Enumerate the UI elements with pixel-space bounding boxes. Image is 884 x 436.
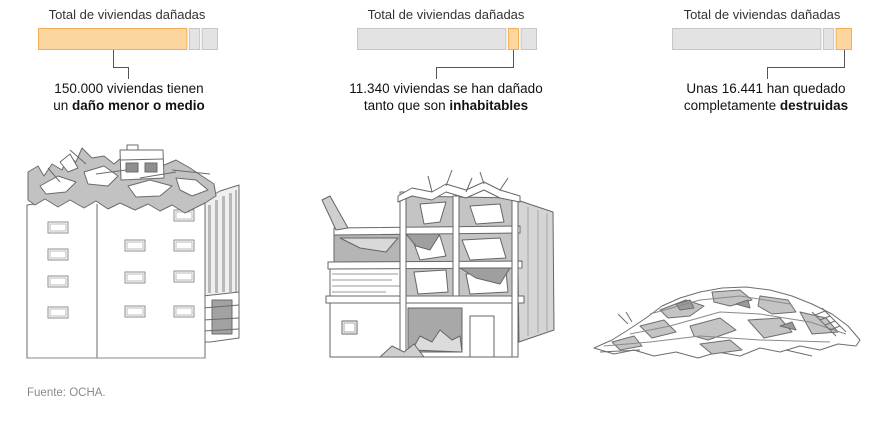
bar-segment: [188, 28, 201, 50]
exposed-rebar: [47, 149, 211, 183]
annotation-prefix: tanto que son: [363, 98, 450, 113]
ladder: [811, 307, 847, 337]
ground-floor-window: [341, 320, 358, 335]
annotation-line-2: un daño menor o medio: [53, 97, 205, 114]
rooftop-stairwell: [119, 144, 165, 181]
debris-patches: [611, 289, 839, 355]
bar-segment-highlighted: [835, 28, 853, 50]
doorway: [469, 315, 495, 358]
annotation-line-1: Unas 16.441 han quedado: [686, 81, 846, 96]
gutted-building-illustration: [321, 169, 555, 358]
side-windows: [208, 190, 237, 293]
source-note: Fuente: OCHA.: [27, 387, 106, 399]
ground-floor-opening: [407, 307, 463, 353]
annotation: 150.000 viviendas tienen un daño menor o…: [53, 80, 205, 114]
stray-beams: [599, 311, 813, 357]
exposed-rebar: [427, 169, 509, 193]
annotation: Unas 16.441 han quedado completamente de…: [684, 80, 848, 114]
annotation-line-2: completamente destruidas: [684, 97, 848, 114]
damaged-building-illustration: [26, 144, 240, 359]
annotation: 11.340 viviendas se han dañado tanto que…: [349, 80, 542, 114]
stacked-bar-2: [357, 28, 538, 79]
bar-segment: [357, 28, 507, 50]
wall-holes: [411, 201, 509, 295]
annotation-emphasis: destruidas: [779, 98, 849, 113]
rubble-pile-illustration: [593, 286, 861, 359]
building-side-face: [202, 184, 240, 301]
stacked-bar-3: [672, 28, 853, 79]
columns: [399, 191, 519, 358]
leader-line: [436, 50, 514, 79]
floor-slabs: [325, 225, 525, 304]
broken-roof-slab: [397, 181, 521, 203]
bar-segment: [520, 28, 538, 50]
annotation-emphasis: inhabitables: [449, 98, 529, 113]
annotation-emphasis: daño menor o medio: [72, 98, 205, 113]
ground-floor: [329, 302, 517, 358]
bar-segment-highlighted: [38, 28, 188, 50]
bar-title: Total de viviendas dañadas: [683, 7, 841, 22]
collapsed-roof-rubble: [27, 147, 217, 214]
front-windows: [47, 209, 195, 319]
bar-title: Total de viviendas dañadas: [367, 7, 525, 22]
stacked-bar-1: [38, 28, 219, 79]
bar-title: Total de viviendas dañadas: [48, 7, 206, 22]
bar-segment: [822, 28, 835, 50]
leader-line: [767, 50, 845, 79]
leader-line: [113, 50, 129, 79]
annotation-prefix: un: [53, 98, 73, 113]
side-extension: [202, 291, 240, 343]
bar-segment-highlighted: [507, 28, 520, 50]
annotation-line-1: 150.000 viviendas tienen: [54, 81, 204, 96]
annotation-line-2: tanto que son inhabitables: [349, 97, 542, 114]
building-side-face: [516, 199, 555, 343]
building-front-face: [26, 197, 206, 359]
bar-segment: [201, 28, 219, 50]
annotation-prefix: completamente: [683, 98, 780, 113]
interior-walls: [404, 195, 516, 301]
bar-segment: [672, 28, 822, 50]
rubble-mound: [593, 286, 861, 359]
illustrations-layer: [26, 144, 861, 359]
base-debris: [379, 343, 425, 358]
annotation-line-1: 11.340 viviendas se han dañado: [349, 81, 543, 96]
rubble-fragments: [39, 153, 209, 198]
hanging-slab: [321, 195, 349, 231]
